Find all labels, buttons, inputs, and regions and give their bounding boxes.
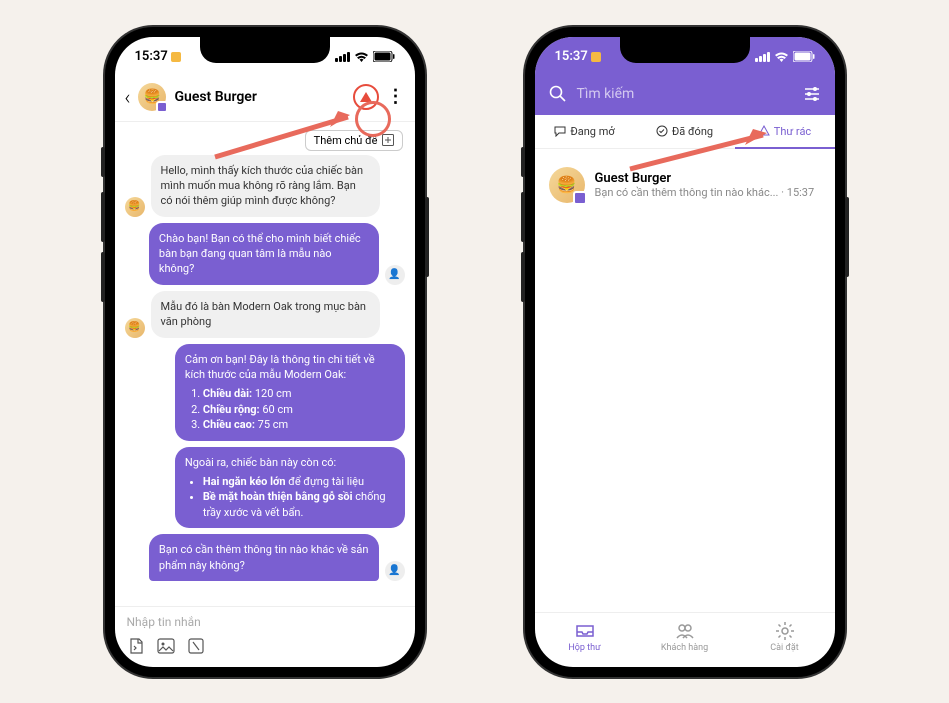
- conversation-name: Guest Burger: [595, 171, 821, 186]
- contact-avatar: 🍔: [549, 167, 585, 203]
- search-header: Tìm kiếm: [535, 77, 835, 115]
- message-out: Chào bạn! Bạn có thể cho mình biết chiếc…: [149, 223, 379, 285]
- message-input[interactable]: Nhập tin nhắn: [127, 615, 403, 637]
- chat-title: Guest Burger: [174, 89, 344, 105]
- conversation-preview: Bạn có cần thêm thông tin nào khác... · …: [595, 186, 821, 199]
- phone-left: 15:37 ‹ 🍔 Guest Burger ⋮ Thêm chủ đề: [105, 27, 425, 677]
- customer-avatar-icon: 🍔: [125, 197, 145, 217]
- chat-open-icon: [554, 125, 566, 137]
- image-icon[interactable]: [157, 637, 175, 655]
- message-out: Cảm ơn bạn! Đây là thông tin chi tiết về…: [175, 344, 405, 441]
- signal-icon: [335, 52, 350, 62]
- status-time: 15:37: [555, 49, 588, 64]
- inbox-tabs: Đang mở Đã đóng Thư rác: [535, 115, 835, 149]
- nav-customers[interactable]: Khách hàng: [635, 621, 735, 653]
- phone-notch: [200, 37, 330, 63]
- conversation-list[interactable]: 🍔 Guest Burger Bạn có cần thêm thông tin…: [535, 149, 835, 612]
- gear-icon: [775, 621, 795, 641]
- add-topic-button[interactable]: Thêm chủ đề: [305, 130, 403, 151]
- wifi-icon: [774, 51, 789, 63]
- search-input[interactable]: Tìm kiếm: [577, 86, 793, 102]
- phone-right: 15:37 Tìm kiếm Đang mở Đã đóng: [525, 27, 845, 677]
- back-icon[interactable]: ‹: [125, 85, 131, 109]
- nav-settings[interactable]: Cài đặt: [735, 621, 835, 653]
- tab-spam[interactable]: Thư rác: [735, 115, 835, 148]
- tab-open[interactable]: Đang mở: [535, 115, 635, 148]
- status-icons: [755, 51, 815, 63]
- status-icons: [335, 51, 395, 63]
- more-icon[interactable]: ⋮: [387, 86, 405, 107]
- customer-avatar-icon: 🍔: [125, 318, 145, 338]
- battery-icon: [793, 51, 815, 62]
- status-time: 15:37: [135, 49, 168, 64]
- add-topic-icon: [382, 134, 394, 146]
- phone-notch: [620, 37, 750, 63]
- status-app-icon: [591, 52, 601, 62]
- message-in: Hello, mình thấy kích thước của chiếc bà…: [151, 155, 381, 217]
- inbox-icon: [575, 621, 595, 641]
- wifi-icon: [354, 51, 369, 63]
- attachment-icon[interactable]: [127, 637, 145, 655]
- nav-inbox[interactable]: Hộp thư: [535, 621, 635, 653]
- message-out: Ngoài ra, chiếc bàn này còn có: Hai ngăn…: [175, 447, 405, 529]
- customers-icon: [675, 621, 695, 641]
- annotation-circle: [355, 101, 391, 137]
- signal-icon: [755, 52, 770, 62]
- battery-icon: [373, 51, 395, 62]
- agent-avatar-icon: 👤: [385, 561, 405, 581]
- message-out: Bạn có cần thêm thông tin nào khác về sả…: [149, 534, 379, 581]
- filter-icon[interactable]: [803, 85, 821, 103]
- spam-triangle-icon: [758, 125, 770, 137]
- status-app-icon: [171, 52, 181, 62]
- chat-messages[interactable]: 🍔 Hello, mình thấy kích thước của chiếc …: [115, 155, 415, 606]
- bottom-nav: Hộp thư Khách hàng Cài đặt: [535, 612, 835, 667]
- agent-avatar-icon: 👤: [385, 265, 405, 285]
- conversation-item[interactable]: 🍔 Guest Burger Bạn có cần thêm thông tin…: [535, 159, 835, 211]
- contact-avatar[interactable]: 🍔: [138, 83, 166, 111]
- search-icon[interactable]: [549, 85, 567, 103]
- chat-input-area: Nhập tin nhắn: [115, 606, 415, 667]
- check-circle-icon: [656, 125, 668, 137]
- tab-closed[interactable]: Đã đóng: [635, 115, 735, 148]
- message-in: Mẫu đó là bàn Modern Oak trong mục bàn v…: [151, 291, 381, 338]
- canned-response-icon[interactable]: [187, 637, 205, 655]
